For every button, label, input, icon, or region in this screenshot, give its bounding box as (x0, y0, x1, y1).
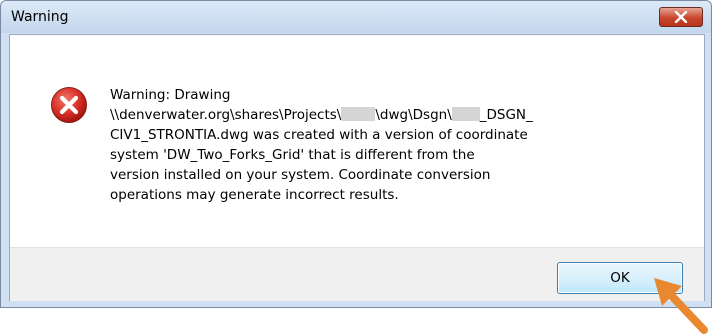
redacted-block (451, 107, 480, 121)
button-bar: OK (10, 247, 704, 301)
warning-message: Warning: Drawing \\denverwater.org\share… (110, 85, 670, 205)
title-bar[interactable]: Warning (1, 1, 711, 33)
path-part-3: _DSGN_ (479, 107, 533, 123)
message-line-6: operations may generate incorrect result… (110, 187, 399, 203)
arrow-pointer-icon (654, 278, 708, 334)
message-line-3: CIV1_STRONTIA.dwg was created with a ver… (110, 127, 528, 143)
close-x-icon (674, 11, 688, 23)
close-button[interactable] (659, 7, 703, 27)
message-line-1: Warning: Drawing (110, 87, 231, 103)
dialog-client-area: Warning: Drawing \\denverwater.org\share… (9, 34, 705, 301)
warning-dialog: Warning Warning: Drawing \\denverwater.o… (0, 0, 712, 308)
message-line-5: version installed on your system. Coordi… (110, 167, 491, 183)
message-area: Warning: Drawing \\denverwater.org\share… (10, 35, 704, 247)
message-line-2: \\denverwater.org\shares\Projects\ \dwg\D… (110, 105, 670, 125)
redacted-block (341, 107, 376, 121)
path-part-1: \\denverwater.org\shares\Projects\ (110, 107, 342, 123)
path-part-2: \dwg\Dsgn\ (375, 107, 452, 123)
window-title: Warning (11, 9, 69, 25)
error-icon (51, 87, 87, 123)
message-line-4: system 'DW_Two_Forks_Grid' that is diffe… (110, 147, 475, 163)
